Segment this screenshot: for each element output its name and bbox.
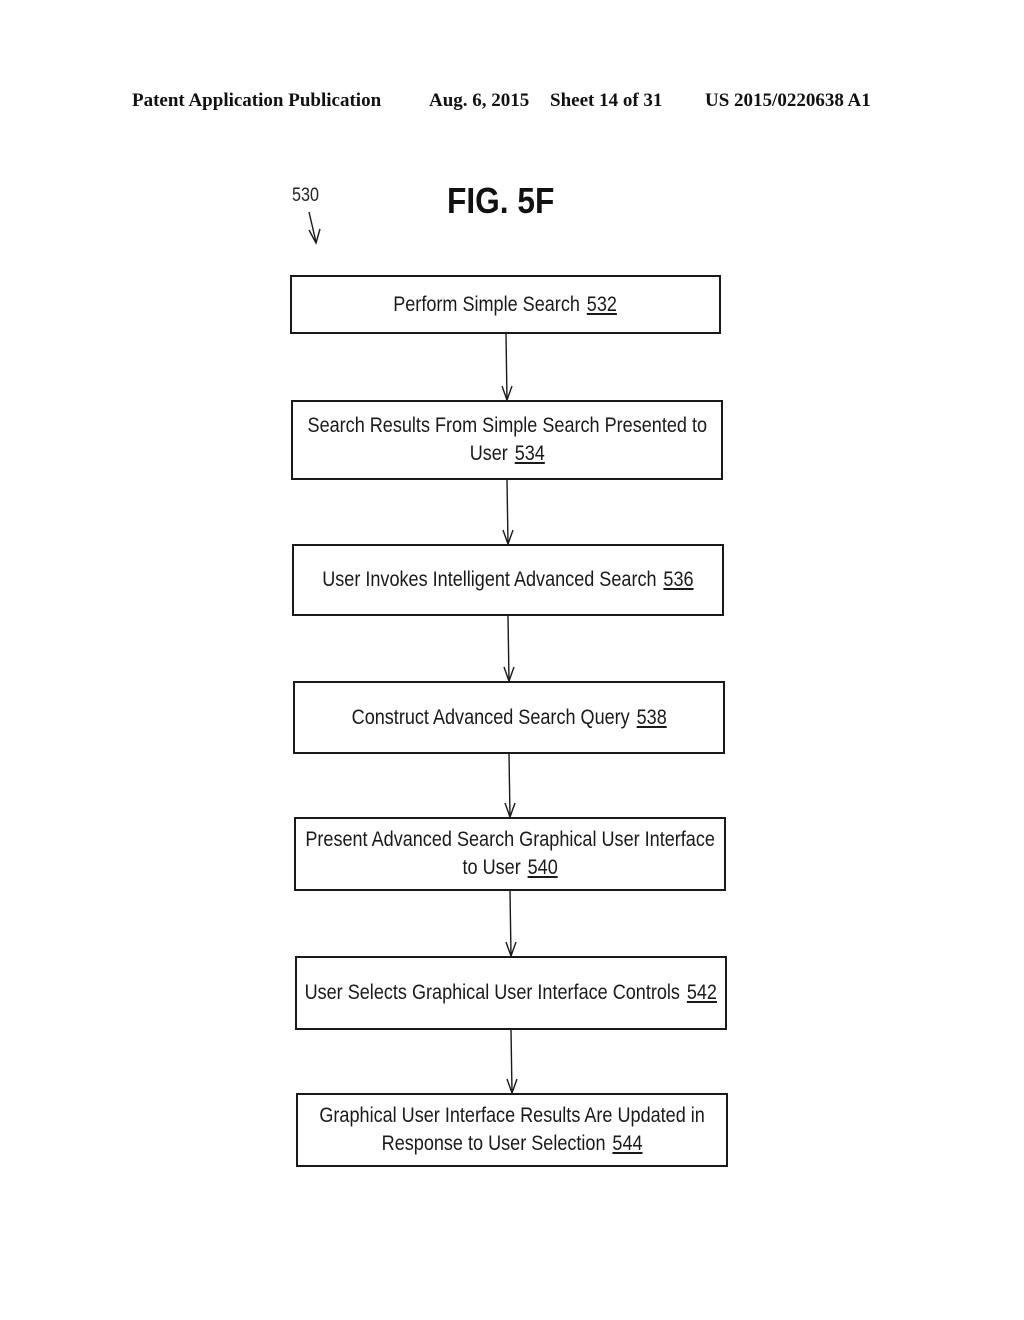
step-text: Present Advanced Search Graphical User I… (305, 826, 715, 882)
flow-arrow-534-to-536 (502, 479, 514, 547)
step-text: Search Results From Simple Search Presen… (307, 412, 707, 468)
flow-arrow-542-to-544 (506, 1029, 518, 1096)
flow-arrow-532-to-534 (501, 333, 513, 403)
flow-arrow-536-to-538 (503, 615, 515, 684)
step-text-line: User 534 (307, 440, 707, 468)
step-number: 536 (663, 568, 694, 591)
step-label: to User (462, 856, 521, 879)
flow-arrow-540-to-542 (505, 890, 517, 959)
step-label: Construct Advanced Search Query (351, 705, 630, 729)
step-text-line: User Invokes Intelligent Advanced Search… (322, 566, 693, 594)
step-text: User Selects Graphical User Interface Co… (305, 979, 717, 1007)
step-label: User Invokes Intelligent Advanced Search (322, 568, 657, 591)
step-text-line: to User 540 (305, 854, 715, 882)
step-label: User (469, 442, 508, 465)
step-text-line: Perform Simple Search 532 (394, 291, 618, 319)
step-text-line: Search Results From Simple Search Presen… (307, 412, 707, 440)
step-label: User Selects Graphical User Interface Co… (304, 981, 681, 1004)
step-text: Perform Simple Search 532 (394, 291, 618, 319)
step-box-544: Graphical User Interface Results Are Upd… (296, 1093, 728, 1167)
step-box-536: User Invokes Intelligent Advanced Search… (292, 544, 724, 616)
step-label: Perform Simple Search (393, 292, 581, 316)
step-number: 544 (612, 1132, 643, 1155)
step-box-542: User Selects Graphical User Interface Co… (295, 956, 727, 1030)
step-number: 532 (587, 292, 618, 316)
flow-arrow-538-to-540 (504, 753, 516, 820)
step-number: 534 (514, 442, 545, 465)
step-box-538: Construct Advanced Search Query 538 (293, 681, 725, 754)
step-box-532: Perform Simple Search 532 (290, 275, 721, 334)
step-text-line: Present Advanced Search Graphical User I… (305, 826, 715, 854)
step-text: User Invokes Intelligent Advanced Search… (322, 566, 693, 594)
step-text: Construct Advanced Search Query 538 (351, 704, 666, 732)
step-label: Search Results From Simple Search Presen… (307, 414, 707, 437)
step-label: Response to User Selection (381, 1132, 606, 1155)
step-number: 542 (687, 981, 718, 1004)
step-number: 538 (636, 705, 667, 729)
step-text: Graphical User Interface Results Are Upd… (319, 1102, 704, 1158)
step-text-line: User Selects Graphical User Interface Co… (305, 979, 717, 1007)
step-box-540: Present Advanced Search Graphical User I… (294, 817, 726, 891)
step-box-534: Search Results From Simple Search Presen… (291, 400, 723, 480)
step-label: Present Advanced Search Graphical User I… (305, 828, 715, 851)
step-text-line: Construct Advanced Search Query 538 (351, 704, 666, 732)
step-label: Graphical User Interface Results Are Upd… (319, 1104, 705, 1127)
step-text-line: Response to User Selection 544 (319, 1130, 704, 1158)
step-number: 540 (527, 856, 558, 879)
reference-arrow (308, 211, 321, 245)
step-text-line: Graphical User Interface Results Are Upd… (319, 1102, 704, 1130)
